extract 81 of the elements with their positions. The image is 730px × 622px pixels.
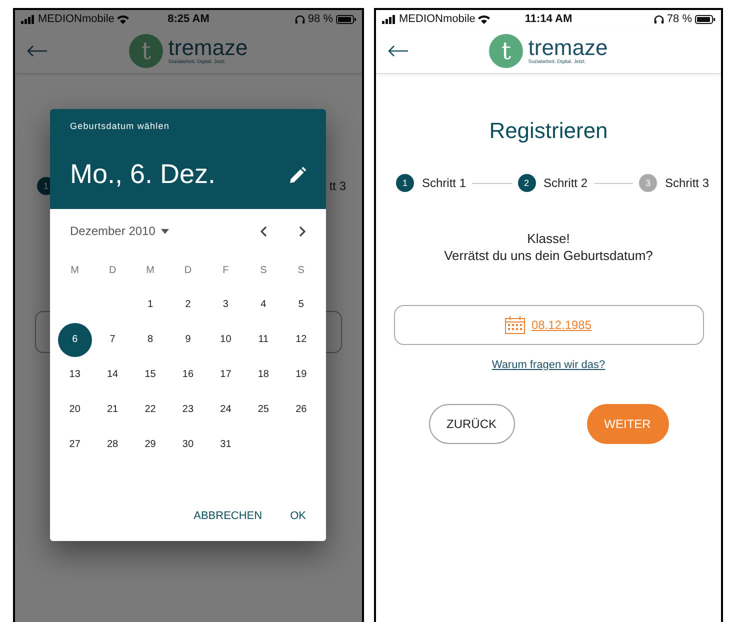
calendar-day[interactable]: 28 [96, 428, 130, 462]
headphones-icon [654, 14, 664, 24]
weekday-label: D [184, 264, 192, 276]
calendar-icon [505, 316, 526, 334]
clock-time: 8:25 AM [168, 13, 210, 25]
weekday-label: D [108, 264, 116, 276]
battery-icon [694, 14, 715, 24]
wifi-icon [478, 14, 490, 24]
date-value: 08.12.1985 [531, 318, 592, 332]
step-number: 2 [518, 174, 536, 192]
logo-badge: t [489, 34, 524, 68]
logo-name: tremaze [528, 36, 608, 58]
clock-time: 11:14 AM [524, 13, 572, 25]
logo-badge: t [129, 34, 164, 68]
step-label: tt 3 [329, 179, 346, 193]
calendar-day[interactable]: 20 [58, 392, 92, 426]
battery-icon [336, 14, 356, 24]
battery-percentage: 98 % [308, 13, 333, 25]
calendar-day[interactable]: 30 [170, 428, 205, 462]
weekday-label: M [146, 264, 154, 276]
calendar-day[interactable]: 6 [58, 322, 92, 356]
step-label: Schritt 2 [544, 176, 588, 190]
calendar-day[interactable]: 12 [284, 322, 318, 356]
signal-icon [21, 14, 35, 24]
calendar-day[interactable]: 31 [208, 428, 243, 462]
ok-button[interactable]: OK [282, 504, 314, 528]
back-button[interactable]: ZURÜCK [428, 404, 514, 444]
step-label: Schritt 1 [422, 176, 466, 190]
calendar-day[interactable]: 18 [246, 358, 280, 392]
calendar-day[interactable]: 26 [284, 392, 318, 426]
step-number: 1 [396, 174, 414, 192]
signal-icon [382, 14, 396, 24]
dropdown-caret-icon[interactable] [161, 228, 170, 234]
calendar-day[interactable]: 29 [133, 428, 168, 462]
calendar-day[interactable]: 25 [246, 392, 280, 426]
weekday-label: S [260, 264, 267, 276]
calendar-day[interactable]: 13 [58, 358, 92, 392]
calendar-day[interactable]: 23 [170, 392, 205, 426]
calendar-day[interactable]: 5 [284, 288, 318, 322]
cancel-button[interactable]: ABBRECHEN [186, 504, 270, 528]
back-arrow-icon[interactable] [27, 45, 47, 57]
prompt-text: Verrätst du uns dein Geburtsdatum? [444, 247, 653, 264]
wifi-icon [117, 14, 130, 24]
calendar-day[interactable]: 10 [208, 322, 243, 356]
calendar-day[interactable]: 2 [170, 288, 205, 322]
step-number: 3 [639, 174, 657, 192]
month-dropdown[interactable]: Dezember 2010 [70, 224, 156, 238]
step-label: Schritt 3 [665, 176, 710, 190]
calendar-day[interactable]: 21 [96, 392, 130, 426]
page-title: Registrieren [489, 118, 608, 144]
calendar-day[interactable]: 11 [246, 322, 280, 356]
battery-percentage: 78 % [666, 13, 692, 25]
weekday-label: S [298, 264, 304, 276]
calendar-day[interactable]: 7 [96, 322, 130, 356]
chevron-right-icon[interactable] [299, 226, 306, 236]
carrier-name: MEDIONmobile [38, 13, 114, 25]
weekday-label: M [70, 264, 80, 276]
calendar-day[interactable]: 16 [170, 358, 205, 392]
logo-name: tremaze [168, 36, 248, 58]
back-arrow-icon[interactable] [388, 45, 408, 57]
calendar-day[interactable]: 4 [246, 288, 280, 322]
calendar-day[interactable]: 8 [133, 322, 168, 356]
calendar-day[interactable]: 17 [208, 358, 243, 392]
calendar-day[interactable]: 27 [58, 428, 92, 462]
carrier-name: MEDIONmobile [399, 13, 476, 25]
calendar-day[interactable]: 24 [208, 392, 243, 426]
calendar-day[interactable]: 3 [208, 288, 243, 322]
dialog-title: Geburtsdatum wählen [70, 121, 170, 131]
calendar-day[interactable]: 15 [133, 358, 168, 392]
calendar-day[interactable]: 9 [170, 322, 205, 356]
prompt-text: Klasse! [527, 230, 570, 247]
calendar-day[interactable]: 22 [133, 392, 168, 426]
info-link[interactable]: Warum fragen wir das? [492, 359, 606, 371]
selected-date: Mo., 6. Dez. [70, 159, 216, 190]
calendar-day[interactable]: 1 [133, 288, 168, 322]
chevron-left-icon[interactable] [260, 226, 267, 236]
calendar-day[interactable]: 19 [284, 358, 318, 392]
pencil-icon[interactable] [290, 166, 306, 182]
calendar-day[interactable]: 14 [96, 358, 130, 392]
weekday-label: F [222, 264, 229, 276]
headphones-icon [294, 14, 305, 24]
